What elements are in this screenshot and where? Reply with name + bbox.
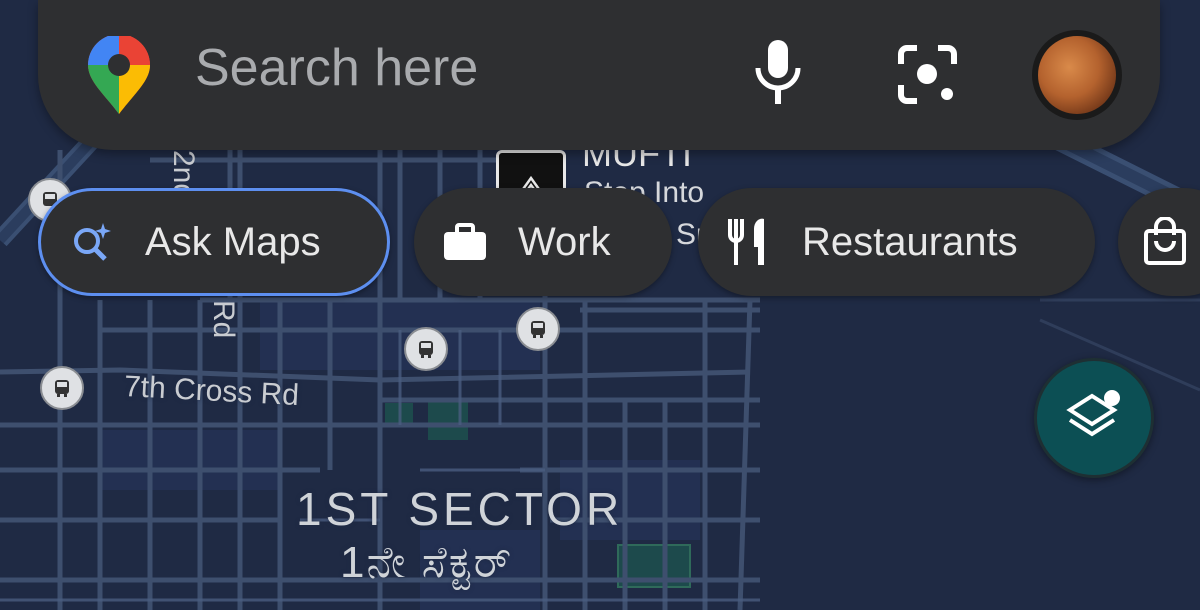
sparkle-search-icon bbox=[74, 223, 111, 261]
sector-label: 1ST SECTOR bbox=[296, 483, 624, 535]
chip-label: Restaurants bbox=[802, 219, 1018, 264]
chip-label: Work bbox=[518, 219, 611, 264]
sector-label-kannada: 1ನೇ ಸೆಕ್ಟರ್ bbox=[340, 538, 514, 587]
search-input[interactable]: Search here bbox=[195, 42, 478, 94]
shopping-bag-icon bbox=[1144, 217, 1186, 265]
maps-pin-icon bbox=[88, 36, 150, 114]
chip-work[interactable]: Work bbox=[414, 188, 672, 296]
avatar-image bbox=[1038, 36, 1116, 114]
bus-stop-icon[interactable] bbox=[404, 327, 448, 371]
layers-button[interactable] bbox=[1034, 358, 1154, 478]
layers-icon bbox=[1066, 390, 1120, 437]
chip-restaurants[interactable]: Restaurants bbox=[698, 188, 1095, 296]
road-label-vertical-2: Rd bbox=[207, 300, 240, 339]
microphone-icon[interactable] bbox=[748, 36, 808, 111]
bus-stop-icon[interactable] bbox=[516, 307, 560, 351]
briefcase-icon bbox=[444, 223, 486, 260]
fork-knife-icon bbox=[728, 218, 764, 265]
bus-stop-icon[interactable] bbox=[40, 366, 84, 410]
profile-avatar[interactable] bbox=[1032, 30, 1122, 120]
chip-label: Ask Maps bbox=[145, 219, 321, 264]
camera-lens-icon[interactable] bbox=[895, 42, 960, 107]
chip-ask-maps[interactable]: Ask Maps bbox=[38, 188, 390, 296]
